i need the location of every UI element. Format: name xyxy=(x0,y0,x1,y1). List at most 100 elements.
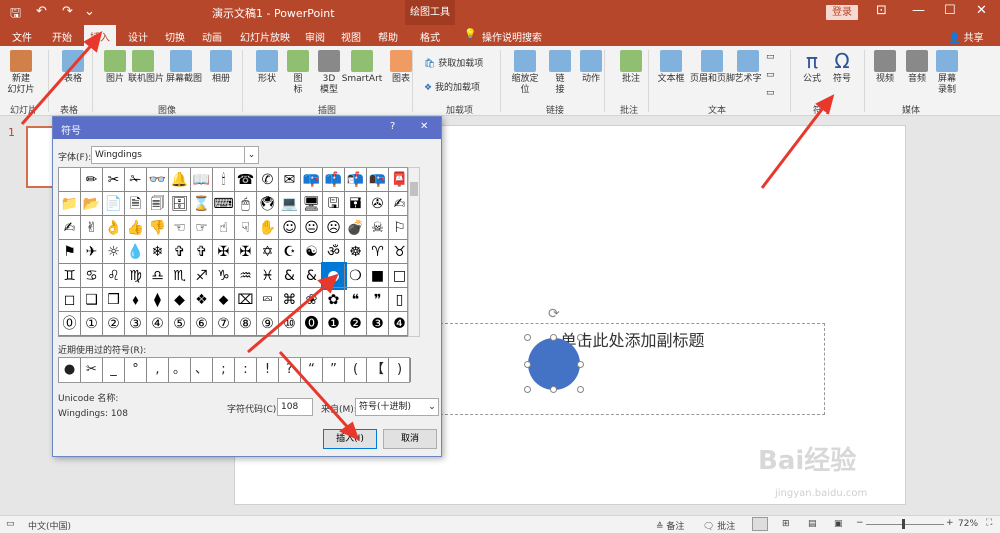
reading-view-icon[interactable]: ▤ xyxy=(808,519,817,529)
link-button[interactable]: 链 接 xyxy=(545,50,575,96)
recent-symbol-cell[interactable]: _ xyxy=(103,358,125,382)
symbol-cell[interactable]: ⑧ xyxy=(235,312,257,336)
equation-button[interactable]: π 公式 xyxy=(797,50,827,85)
fit-to-window-icon[interactable]: ⛶ xyxy=(986,518,992,528)
screen-recording-button[interactable]: 屏幕 录制 xyxy=(932,50,962,96)
get-addins-button[interactable]: 🛍 获取加载项 xyxy=(424,56,483,69)
tab-home[interactable]: 开始 xyxy=(52,29,72,44)
symbol-cell[interactable]: ⑩ xyxy=(279,312,301,336)
screenshot-button[interactable]: 屏幕截图 xyxy=(166,50,202,85)
symbol-cell[interactable]: ⌘ xyxy=(279,288,301,312)
symbol-cell[interactable]: ⌧ xyxy=(235,288,257,312)
slide-sorter-icon[interactable]: ⊞ xyxy=(782,519,790,529)
symbol-cell[interactable]: 💧 xyxy=(125,240,147,264)
recent-symbol-cell[interactable]: ✂ xyxy=(81,358,103,382)
cancel-button[interactable]: 取消 xyxy=(383,429,437,449)
slideshow-icon[interactable]: ▣ xyxy=(834,519,843,529)
resize-handle[interactable] xyxy=(577,361,584,368)
symbol-cell[interactable]: ⑥ xyxy=(191,312,213,336)
symbol-cell[interactable]: ◻ xyxy=(59,288,81,312)
recent-symbol-cell[interactable]: ) xyxy=(389,358,411,382)
symbol-cell[interactable]: ① xyxy=(81,312,103,336)
symbol-cell[interactable]: ✂ xyxy=(103,168,125,192)
circle-shape[interactable] xyxy=(528,338,580,390)
undo-icon[interactable]: ↶ xyxy=(36,4,47,19)
symbol-cell[interactable]: 🗎 xyxy=(125,192,147,216)
zoom-level[interactable]: 72% xyxy=(958,519,978,529)
symbol-cell[interactable]: ☎ xyxy=(235,168,257,192)
symbol-cell[interactable]: 👌 xyxy=(103,216,125,240)
redo-icon[interactable]: ↷ xyxy=(62,4,73,19)
recent-symbol-cell[interactable]: 、 xyxy=(191,358,213,382)
symbol-cell[interactable]: ✏ xyxy=(81,168,103,192)
notes-button[interactable]: ≙ 备注 xyxy=(656,519,684,532)
zoom-slider-thumb[interactable] xyxy=(902,519,905,529)
symbol-cell[interactable]: ❀ xyxy=(301,288,323,312)
symbol-cell[interactable]: 💣 xyxy=(345,216,367,240)
my-addins-button[interactable]: ❖ 我的加载项 xyxy=(424,80,480,93)
textbox-button[interactable]: 文本框 xyxy=(656,50,686,85)
symbol-cell[interactable]: ⓿ xyxy=(301,312,323,336)
login-button[interactable]: 登录 xyxy=(826,5,858,20)
symbol-cell[interactable]: ♋ xyxy=(81,264,103,288)
comment-button[interactable]: 批注 xyxy=(616,50,646,85)
symbol-cell[interactable]: 📬 xyxy=(345,168,367,192)
comments-button[interactable]: 🗨 批注 xyxy=(703,519,735,532)
symbol-cell[interactable]: ● xyxy=(321,262,347,290)
symbol-cell[interactable]: ■ xyxy=(367,264,389,288)
symbol-cell[interactable]: 😐 xyxy=(301,216,323,240)
symbol-cell[interactable]: ✞ xyxy=(191,240,213,264)
symbol-cell[interactable]: ☟ xyxy=(235,216,257,240)
symbol-cell[interactable]: ☼ xyxy=(103,240,125,264)
char-code-input[interactable]: 108 xyxy=(277,398,313,416)
symbol-cell[interactable]: ⬥ xyxy=(213,288,235,312)
symbol-cell[interactable]: ✈ xyxy=(81,240,103,264)
text-small-tool-icon[interactable]: ▭ xyxy=(766,52,775,62)
resize-handle[interactable] xyxy=(577,334,584,341)
symbol-cell[interactable]: ♐ xyxy=(191,264,213,288)
symbol-cell[interactable]: ☞ xyxy=(191,216,213,240)
symbol-cell[interactable]: ❒ xyxy=(103,288,125,312)
symbol-cell[interactable]: ❖ xyxy=(191,288,213,312)
resize-handle[interactable] xyxy=(524,361,531,368)
resize-handle[interactable] xyxy=(524,386,531,393)
symbol-cell[interactable]: ❶ xyxy=(323,312,345,336)
zoom-button[interactable]: 缩放定 位 xyxy=(510,50,540,96)
symbol-cell[interactable]: ✿ xyxy=(323,288,345,312)
symbol-cell[interactable]: ✠ xyxy=(213,240,235,264)
symbol-cell[interactable]: ⑤ xyxy=(169,312,191,336)
symbol-cell[interactable]: ✌ xyxy=(81,216,103,240)
symbol-cell[interactable]: ⌨ xyxy=(213,192,235,216)
symbol-cell[interactable]: 🗐 xyxy=(147,192,169,216)
symbol-cell[interactable]: 🖬 xyxy=(345,192,367,216)
resize-handle[interactable] xyxy=(524,334,531,341)
minimize-icon[interactable]: — xyxy=(912,3,925,18)
smartart-button[interactable]: SmartArt xyxy=(340,50,384,85)
symbol-cell[interactable]: ♌ xyxy=(103,264,125,288)
symbol-cell[interactable]: 🔔 xyxy=(169,168,191,192)
symbol-cell[interactable]: ❝ xyxy=(345,288,367,312)
symbol-cell[interactable]: ❸ xyxy=(367,312,389,336)
picture-button[interactable]: 图片 xyxy=(100,50,130,85)
font-select[interactable]: Wingdings ⌄ xyxy=(91,146,259,164)
symbol-cell[interactable]: ♎ xyxy=(147,264,169,288)
recent-symbol-cell[interactable]: ! xyxy=(257,358,279,382)
symbol-cell[interactable]: 📭 xyxy=(367,168,389,192)
symbol-grid-scrollbar[interactable] xyxy=(408,167,420,337)
zoom-in-icon[interactable]: + xyxy=(946,518,954,528)
language-status[interactable]: 中文(中国) xyxy=(28,519,71,532)
normal-view-icon[interactable] xyxy=(752,517,768,531)
tab-format[interactable]: 格式 xyxy=(420,29,440,44)
text-small-tool-icon[interactable]: ▭ xyxy=(766,88,775,98)
symbol-cell[interactable] xyxy=(59,168,81,192)
symbol-cell[interactable]: ⌛ xyxy=(191,192,213,216)
symbol-cell[interactable]: ☸ xyxy=(345,240,367,264)
symbol-cell[interactable]: 📫 xyxy=(323,168,345,192)
symbol-cell[interactable]: 📁 xyxy=(59,192,81,216)
symbol-cell[interactable]: 📂 xyxy=(81,192,103,216)
zoom-slider[interactable] xyxy=(866,524,944,525)
symbol-cell[interactable]: ✍ xyxy=(59,216,81,240)
symbol-cell[interactable]: ♍ xyxy=(125,264,147,288)
text-small-tool-icon[interactable]: ▭ xyxy=(766,70,775,80)
scrollbar-thumb[interactable] xyxy=(410,182,418,196)
